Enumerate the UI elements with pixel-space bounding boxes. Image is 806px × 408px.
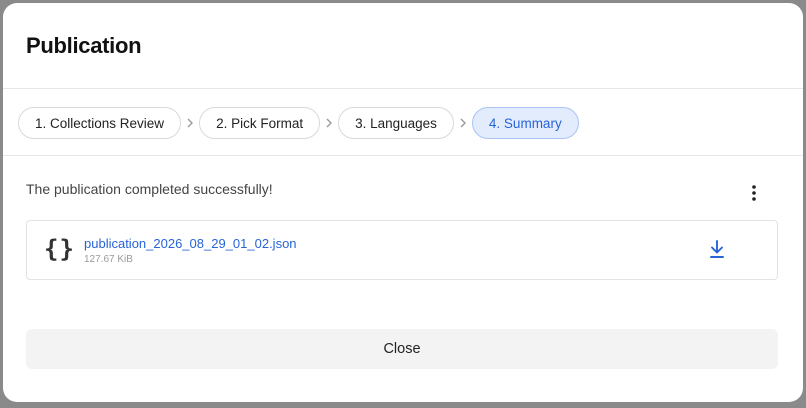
step-summary[interactable]: 4. Summary xyxy=(471,107,579,139)
close-button[interactable]: Close xyxy=(26,329,778,369)
json-braces-icon: {} xyxy=(44,235,75,263)
step-collections-review[interactable]: 1. Collections Review xyxy=(18,107,182,139)
step-label: 3. Languages xyxy=(355,115,437,131)
stepper: 1. Collections Review 2. Pick Format 3. … xyxy=(18,106,579,140)
download-icon xyxy=(709,239,725,264)
file-size: 127.67 KiB xyxy=(84,254,133,265)
stepper-divider xyxy=(3,155,803,156)
step-label: 2. Pick Format xyxy=(216,115,304,131)
chevron-right-icon xyxy=(320,118,338,128)
step-label: 4. Summary xyxy=(488,115,562,131)
status-message: The publication completed successfully! xyxy=(26,181,273,197)
publication-dialog: Publication 1. Collections Review 2. Pic… xyxy=(3,3,803,402)
chevron-right-icon xyxy=(454,118,472,128)
file-card: {} publication_2026_08_29_01_02.json 127… xyxy=(26,220,778,280)
chevron-right-icon xyxy=(181,118,199,128)
step-languages[interactable]: 3. Languages xyxy=(338,107,454,139)
download-button[interactable] xyxy=(706,239,728,263)
more-vertical-icon xyxy=(752,184,756,206)
step-pick-format[interactable]: 2. Pick Format xyxy=(199,107,321,139)
file-name-link[interactable]: publication_2026_08_29_01_02.json xyxy=(84,236,297,251)
step-label: 1. Collections Review xyxy=(35,115,165,131)
more-options-button[interactable] xyxy=(742,183,766,207)
header-divider xyxy=(3,88,803,89)
dialog-title: Publication xyxy=(26,33,142,58)
